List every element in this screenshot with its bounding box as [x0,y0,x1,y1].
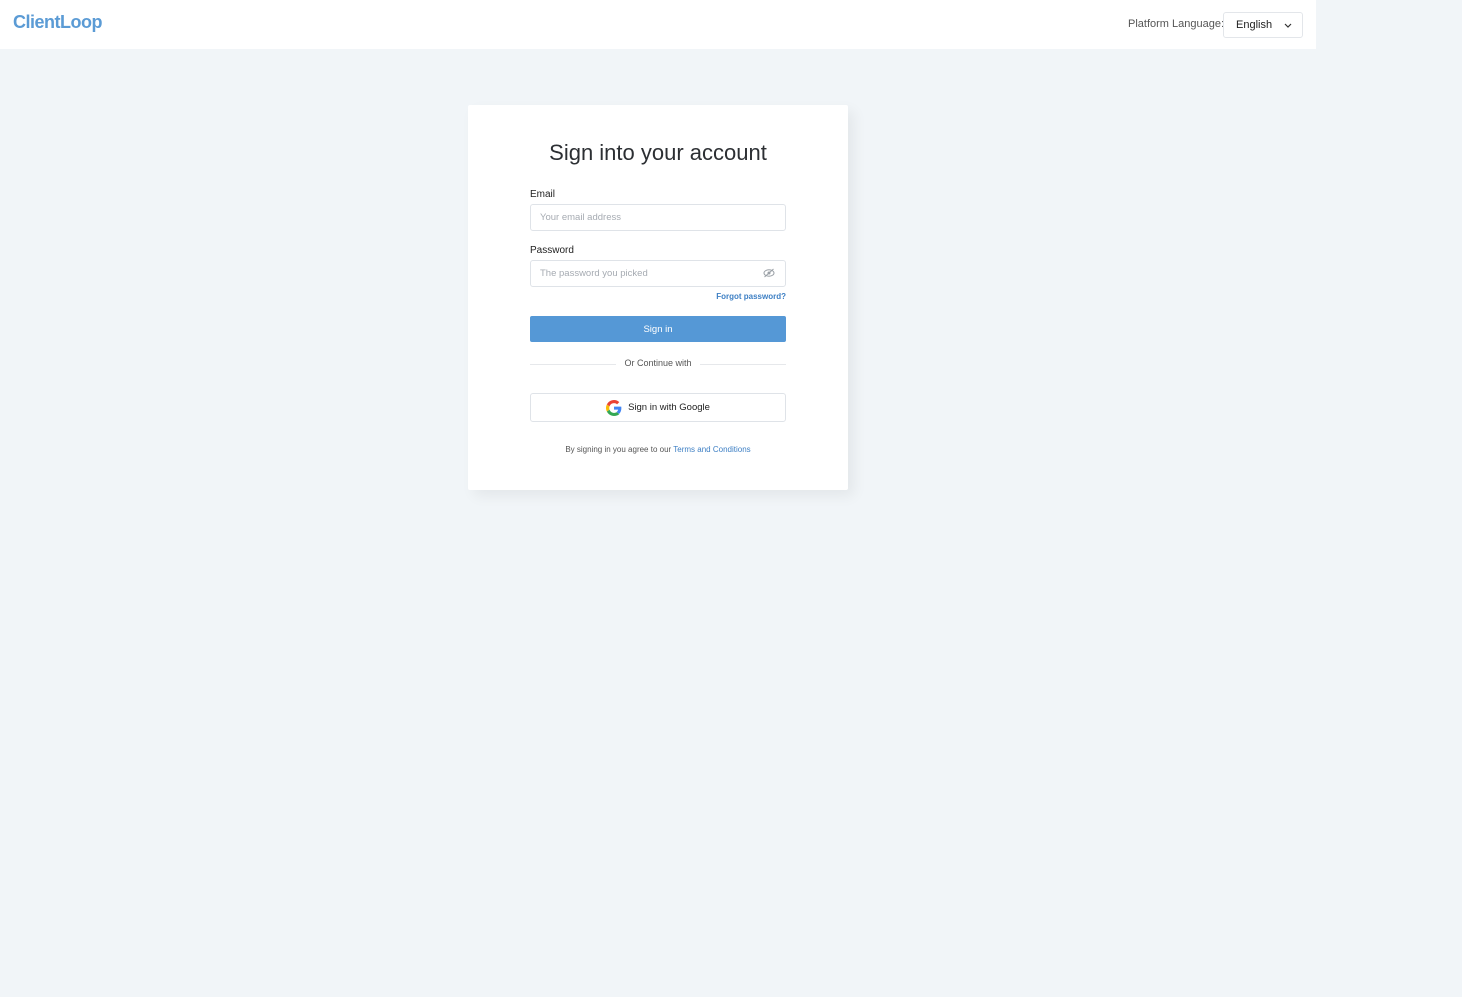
platform-language-label: Platform Language: [1128,18,1225,30]
email-label: Email [530,189,556,200]
page-title: Sign into your account [549,140,767,165]
password-field[interactable] [530,260,786,287]
login-card: Sign into your account Email Password Fo… [468,105,848,490]
language-selected-value: English [1236,19,1273,31]
terms-notice: By signing in you agree to our Terms and… [468,445,848,454]
google-sign-in-label: Sign in with Google [628,402,710,413]
divider-line-right [700,364,786,365]
terms-and-conditions-link[interactable]: Terms and Conditions [673,445,750,454]
terms-prefix-text: By signing in you agree to our [565,445,672,454]
password-label: Password [530,245,574,256]
chevron-down-icon [1284,23,1292,28]
clientloop-logo[interactable]: Client Loop [13,12,102,33]
eye-off-icon[interactable] [763,268,775,278]
or-continue-divider: Or Continue with [530,358,786,370]
sign-in-button[interactable]: Sign in [530,316,786,342]
email-field[interactable] [530,204,786,231]
logo-text-loop: Loop [60,12,102,32]
forgot-password-link[interactable]: Forgot password? [716,292,786,301]
google-sign-in-button[interactable]: Sign in with Google [530,393,786,422]
top-navbar: Client Loop Platform Language: English [0,0,1316,49]
language-select[interactable]: English [1223,12,1303,38]
logo-text-client: Client [13,12,61,32]
divider-text: Or Continue with [624,358,692,368]
google-g-icon [606,399,622,416]
